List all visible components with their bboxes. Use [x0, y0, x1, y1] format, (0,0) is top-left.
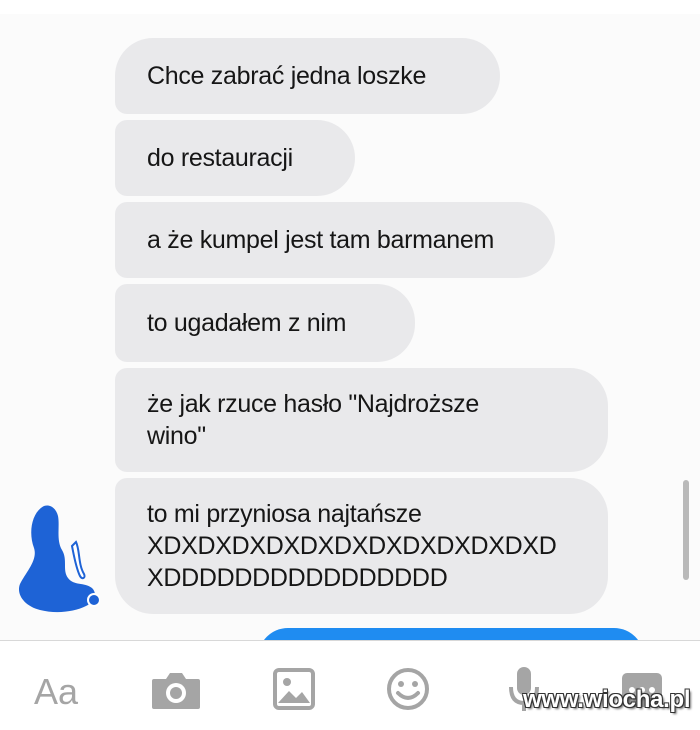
message-bubble: to mi przyniosa najtańsze XDXDXDXDXDXDXD… — [115, 478, 608, 614]
watermark: www.wiocha.pl — [523, 686, 691, 713]
message-bubble: Chce zabrać jedna loszke — [115, 38, 500, 114]
camera-icon[interactable] — [150, 671, 202, 711]
message-bubble: to ugadałem z nim — [115, 284, 415, 362]
scrollbar[interactable] — [683, 480, 689, 580]
emoji-icon[interactable] — [386, 667, 430, 711]
text-button[interactable]: Aa — [34, 671, 78, 713]
message-bubble: a że kumpel jest tam barmanem — [115, 202, 555, 278]
message-bubble: że jak rzuce hasło "Najdroższe wino" — [115, 368, 608, 472]
image-icon[interactable] — [272, 667, 316, 711]
message-bubble: do restauracji — [115, 120, 355, 196]
composer-bar: Aa — [0, 640, 700, 730]
sender-avatar — [18, 505, 100, 613]
top-bar — [0, 0, 700, 15]
